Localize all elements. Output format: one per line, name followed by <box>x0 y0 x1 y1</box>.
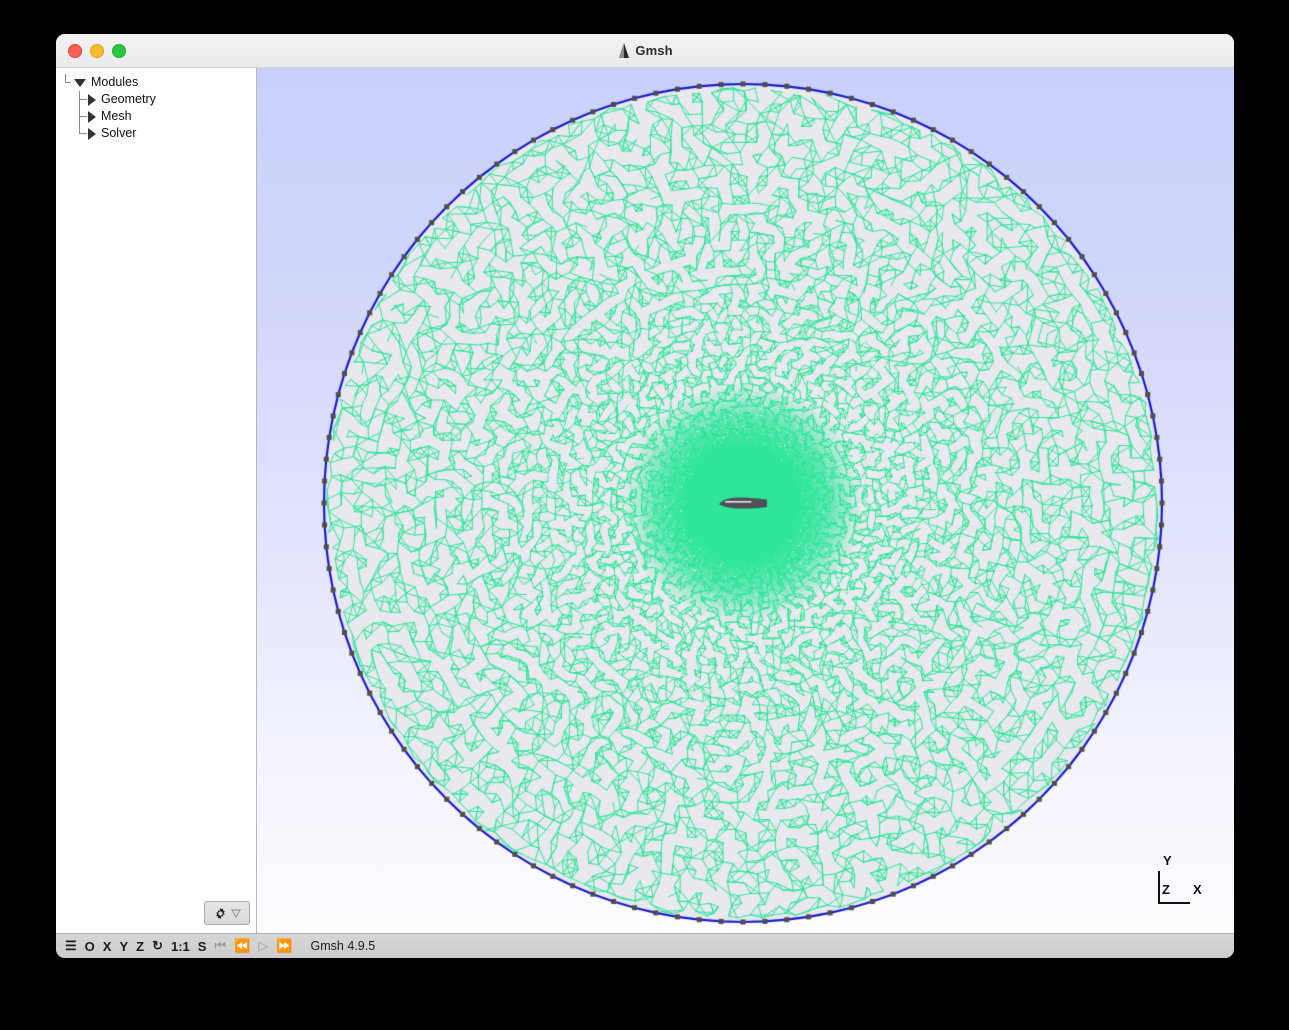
status-bar: ☰ O X Y Z ↻ 1:1 S ⏮ ⏪ ▷ ⏩ Gmsh 4.9.5 <box>56 933 1234 958</box>
mesh-render-canvas[interactable] <box>257 68 1234 933</box>
triangle-right-icon[interactable] <box>88 110 96 123</box>
tree-item-label-modules: Modules <box>91 75 139 89</box>
view-z-button[interactable]: Z <box>132 935 148 957</box>
graphics-view[interactable]: Y Z X <box>257 68 1234 933</box>
first-step-button[interactable]: ⏮ <box>210 935 230 957</box>
gmsh-triangle-logo-icon <box>619 43 630 58</box>
gmsh-window: Gmsh Modules Geometry Mesh Solver Y Z X … <box>56 34 1234 958</box>
tree-connector-branch <box>79 99 87 100</box>
window-title: Gmsh <box>635 43 673 58</box>
window-title-group: Gmsh <box>56 34 1234 67</box>
triangle-right-icon[interactable] <box>88 127 96 140</box>
tree-item-modules[interactable]: Modules <box>56 74 256 91</box>
minimize-button[interactable] <box>90 43 104 58</box>
tree-item-geometry[interactable]: Geometry <box>56 91 256 108</box>
close-button[interactable] <box>68 43 82 58</box>
maximize-button[interactable] <box>112 43 126 58</box>
rotate-o-button[interactable]: O <box>81 935 99 957</box>
rotate-button[interactable]: ↻ <box>148 935 167 957</box>
tree-connector-branch <box>79 133 87 134</box>
triangle-down-icon[interactable] <box>74 78 86 87</box>
options-gear-button[interactable] <box>204 901 250 925</box>
tree-connector-horizontal <box>65 82 71 83</box>
snap-button[interactable]: S <box>194 935 211 957</box>
sidebar-footer <box>204 901 250 925</box>
play-button[interactable]: ▷ <box>254 935 272 957</box>
menu-icon[interactable]: ☰ <box>61 935 81 957</box>
tree-item-label-solver: Solver <box>101 126 137 140</box>
gear-icon <box>215 907 225 919</box>
tree-item-label-geometry: Geometry <box>101 92 156 106</box>
tree-item-mesh[interactable]: Mesh <box>56 108 256 125</box>
window-body: Modules Geometry Mesh Solver Y Z X <box>56 68 1234 933</box>
view-x-button[interactable]: X <box>99 935 116 957</box>
module-tree: Modules Geometry Mesh Solver <box>56 68 256 933</box>
status-message: Gmsh 4.9.5 <box>310 939 376 953</box>
scale-ratio-button[interactable]: 1:1 <box>167 935 194 957</box>
tree-item-label-mesh: Mesh <box>101 109 132 123</box>
view-y-button[interactable]: Y <box>115 935 132 957</box>
prev-step-button[interactable]: ⏪ <box>230 935 254 957</box>
triangle-down-outline-icon <box>230 908 241 918</box>
sidebar: Modules Geometry Mesh Solver <box>56 68 257 933</box>
window-controls <box>68 34 126 67</box>
window-titlebar: Gmsh <box>56 34 1234 68</box>
tree-item-solver[interactable]: Solver <box>56 125 256 142</box>
triangle-right-icon[interactable] <box>88 93 96 106</box>
next-step-button[interactable]: ⏩ <box>272 935 296 957</box>
tree-connector-branch <box>79 116 87 117</box>
